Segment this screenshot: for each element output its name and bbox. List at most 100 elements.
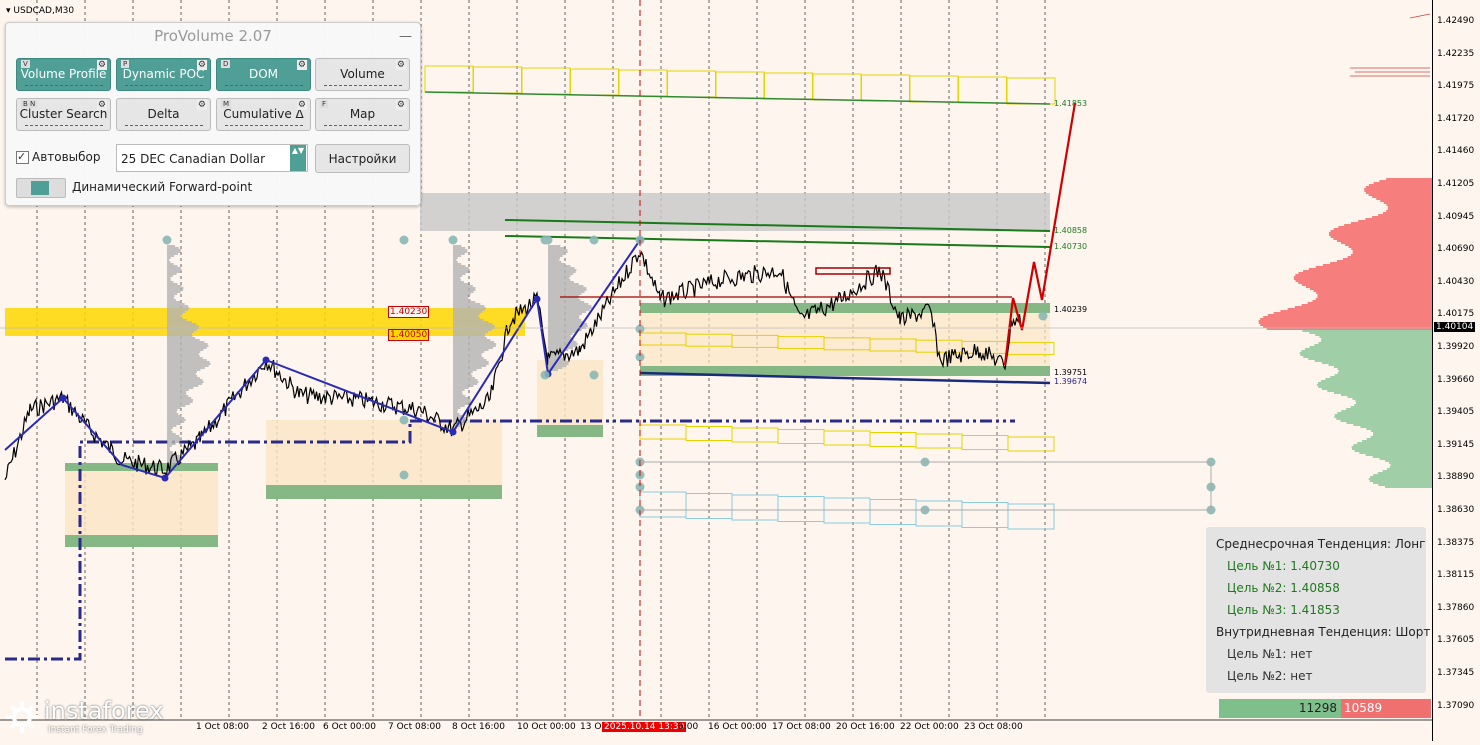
hotkey-label: D [221, 60, 231, 68]
level-label: 1.40858 [1054, 226, 1088, 235]
price-tick: 1.37860 [1437, 602, 1475, 613]
time-tick: 13 O [580, 722, 602, 732]
time-tick: 8 Oct 16:00 [452, 722, 505, 732]
panel-button-label: Volume Profile [20, 67, 107, 81]
indicator-dash [125, 85, 203, 86]
marker-point [399, 470, 409, 480]
chart-area[interactable]: ▾ USDCAD,M30 1.41853 1.40858 1.40730 1.4… [0, 0, 1432, 741]
price-tick: 1.39920 [1437, 342, 1475, 352]
symbol-label: ▾ USDCAD,M30 [6, 6, 75, 16]
price-axis: 1.42490 1.42235 1.41975 1.41720 1.41460 1.412… [1432, 0, 1480, 741]
gear-icon[interactable]: ⚙ [96, 100, 107, 110]
price-tick: 1.42490 [1437, 16, 1475, 26]
time-tick: 10 Oct 00:00 [517, 722, 576, 732]
intraday-target-1: Цель №1: нет [1227, 647, 1313, 661]
panel-button-cumulative-[interactable]: Cumulative Δ M ⚙ [216, 98, 311, 131]
gear-icon[interactable]: ⚙ [196, 100, 207, 110]
price-tick: 1.39405 [1437, 407, 1475, 418]
price-tick: 1.37605 [1437, 635, 1475, 646]
time-tick: 17 Oct 08:00 [772, 722, 831, 732]
forward-point-toggle[interactable] [16, 178, 66, 198]
hotkey-label: F [320, 100, 329, 108]
auto-select-checkbox[interactable]: ✓ [16, 151, 29, 164]
indicator-dash [25, 125, 103, 126]
marker-point [399, 235, 409, 245]
marker-point [1038, 311, 1048, 321]
price-tick: 1.38375 [1437, 537, 1475, 548]
level-label: 1.39674 [1054, 377, 1088, 386]
symbol-text: USDCAD,M30 [13, 6, 75, 16]
panel-button-delta[interactable]: Delta ⚙ [116, 98, 211, 131]
marker-point [540, 370, 550, 380]
trend-info-box: Среднесрочная Тенденция: Лонг Цель №1: 1… [1206, 527, 1430, 693]
level-label: 1.40730 [1054, 242, 1088, 251]
marker-point [543, 235, 553, 245]
price-tick: 1.40430 [1437, 276, 1475, 287]
right-volume-profile [1258, 178, 1432, 488]
gear-icon[interactable]: ⚙ [196, 60, 207, 70]
midterm-target-2: Цель №2: 1.40858 [1227, 581, 1340, 595]
zigzag-point [262, 356, 270, 364]
instrument-select[interactable]: 25 DEC Canadian Dollar [116, 144, 308, 172]
settings-button[interactable]: Настройки [315, 144, 410, 173]
marker-point [399, 415, 409, 425]
midterm-target-1: Цель №1: 1.40730 [1227, 559, 1340, 573]
time-tick: 20 Oct 16:00 [836, 722, 895, 732]
hotkey-label: B N [21, 100, 38, 108]
time-tick: 2025.10.14 13:30 [602, 722, 687, 732]
marker-point [162, 235, 172, 245]
logo-brand: instaforex [44, 697, 164, 725]
gear-icon[interactable]: ⚙ [395, 60, 406, 70]
level-label: 1.39751 [1054, 368, 1088, 377]
level-box-label: 1.40230 [388, 306, 430, 318]
price-tick: 1.39145 [1437, 439, 1475, 450]
marker-point [589, 235, 599, 245]
hotkey-label: P [121, 60, 130, 68]
panel-button-dom[interactable]: DOM D ⚙ [216, 58, 311, 91]
midterm-target-3: Цель №3: 1.41853 [1227, 603, 1340, 617]
panel-button-label: DOM [248, 67, 279, 81]
forward-point-label: Динамический Forward-point [72, 180, 253, 194]
time-tick: 6 Oct 00:00 [323, 722, 376, 732]
price-tick: 1.40690 [1437, 244, 1475, 255]
panel-button-cluster-search[interactable]: Cluster Search B N ⚙ [16, 98, 111, 131]
panel-button-volume-profile[interactable]: Volume Profile V ⚙ [16, 58, 111, 91]
sell-volume: 10589 [1341, 699, 1431, 718]
instaforex-logo: instaforex Instant Forex Trading [4, 697, 184, 737]
indicator-dash [25, 85, 103, 86]
gear-icon[interactable]: ⚙ [296, 100, 307, 110]
gear-icon[interactable]: ⚙ [395, 100, 406, 110]
price-tick: 1.41975 [1437, 81, 1475, 92]
zigzag-point [533, 295, 541, 303]
panel-title: ProVolume 2.07 [154, 27, 272, 45]
price-tick: 1.41720 [1437, 113, 1475, 124]
indicator-dash [324, 125, 402, 126]
volume-balance-bar: 11298 10589 [1219, 699, 1431, 718]
panel-button-dynamic-poc[interactable]: Dynamic POC P ⚙ [116, 58, 211, 91]
gear-icon[interactable]: ⚙ [296, 60, 307, 70]
time-tick: 23 Oct 08:00 [964, 722, 1023, 732]
provolume-panel[interactable]: ProVolume 2.07 — Volume Profile V ⚙ Dynamic… [5, 22, 421, 206]
panel-button-volume[interactable]: Volume ⚙ [315, 58, 410, 91]
zigzag-point [59, 394, 67, 402]
intraday-target-2: Цель №2: нет [1227, 669, 1313, 683]
indicator-dash [225, 125, 303, 126]
minimize-button[interactable]: — [399, 29, 412, 44]
current-price-tag: 1.40104 [1434, 322, 1476, 332]
panel-button-map[interactable]: Map F ⚙ [315, 98, 410, 131]
price-tick: 1.40175 [1437, 309, 1475, 320]
gear-icon[interactable]: ⚙ [96, 60, 107, 70]
logo-tagline: Instant Forex Trading [48, 725, 143, 735]
price-tick: 1.40945 [1437, 211, 1475, 222]
hotkey-label: V [21, 60, 30, 68]
price-tick: 1.38630 [1437, 505, 1475, 515]
level-label: 1.41853 [1054, 99, 1088, 108]
panel-button-label: Cluster Search [19, 107, 108, 121]
price-tick: 1.42235 [1437, 48, 1475, 59]
instrument-spinner[interactable]: ▲▼ [290, 145, 306, 171]
zigzag-point [161, 474, 169, 482]
marker-point [589, 370, 599, 380]
panel-button-label: Delta [147, 107, 180, 121]
price-tick: 1.37090 [1437, 700, 1475, 711]
panel-button-label: Map [349, 107, 376, 121]
